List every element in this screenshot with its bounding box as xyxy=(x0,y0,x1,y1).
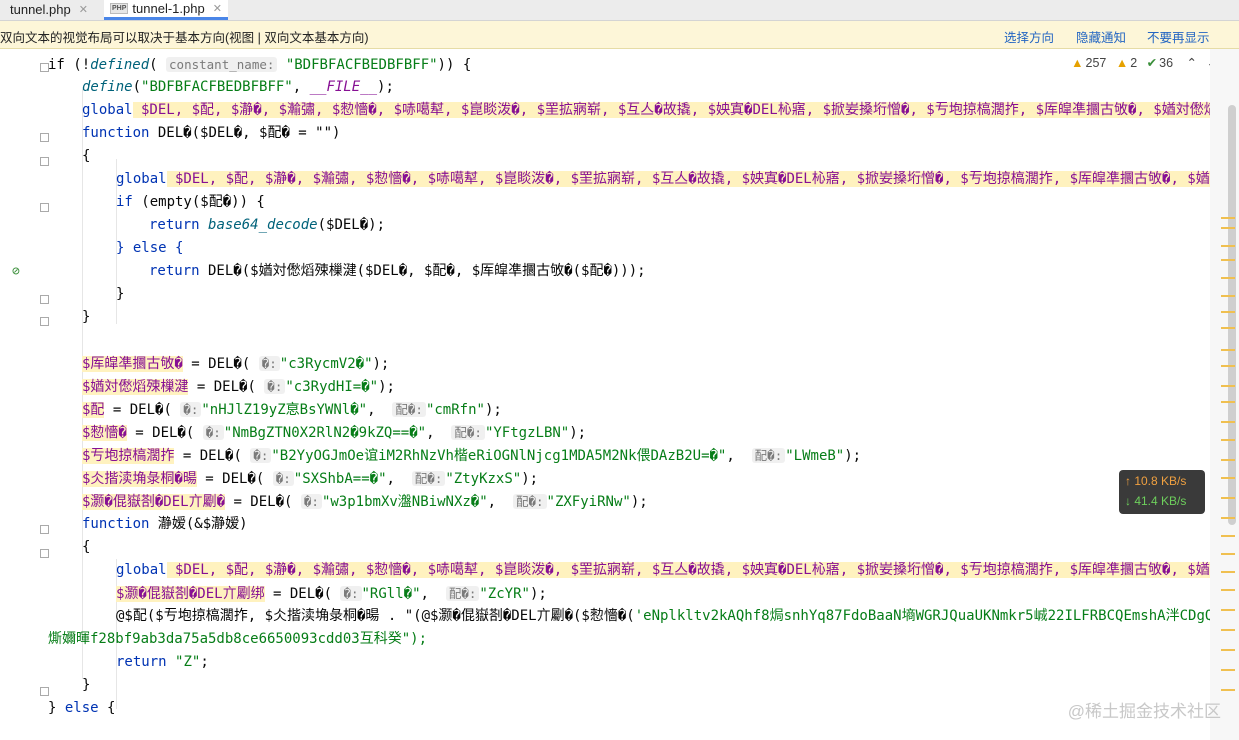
fold-marker[interactable] xyxy=(40,133,49,142)
code-editor[interactable]: if (!defined( constant_name: "BDFBFACFBE… xyxy=(0,49,1210,740)
code-line: return DEL�($媨対僽熖殐樔湕($DEL�, $配�, $厍皡凖攌古敂… xyxy=(149,263,646,279)
typo-count: 36 xyxy=(1159,56,1174,70)
code-line: function DEL�($DEL�, $配� = "") xyxy=(82,125,341,141)
typo-check-icon: ✔ xyxy=(1146,56,1158,70)
dont-show-again-link[interactable]: 不要再显示 xyxy=(1147,27,1210,46)
warning-count: 257 xyxy=(1085,56,1107,70)
warning-stripe[interactable] xyxy=(1221,669,1235,671)
warning-stripe[interactable] xyxy=(1221,459,1235,461)
banner-message: 双向文本的视觉布局可以取决于基本方向(视图 | 双向文本基本方向) xyxy=(0,31,369,45)
weak-warning-icon: ▲ xyxy=(1115,56,1129,70)
code-line: $仌揩渎埆彔桐�暘 = DEL�( �: "SXShbA==�", 配�: "Zty… xyxy=(82,471,539,487)
code-line: function 瀞嫒(&$瀞嫒) xyxy=(82,516,248,532)
fold-marker[interactable] xyxy=(40,525,49,534)
tab-label: tunnel-1.php xyxy=(132,0,205,16)
warning-stripe[interactable] xyxy=(1221,689,1235,691)
code-line: } xyxy=(82,309,91,325)
php-file-icon: PHP xyxy=(110,3,129,14)
warning-stripe[interactable] xyxy=(1221,553,1235,555)
fold-marker[interactable] xyxy=(40,317,49,326)
code-line: { xyxy=(82,148,91,164)
warning-stripe[interactable] xyxy=(1221,517,1235,519)
warning-stripe[interactable] xyxy=(1221,365,1235,367)
fold-marker[interactable] xyxy=(40,203,49,212)
warning-stripe[interactable] xyxy=(1221,609,1235,611)
code-line: if (!defined( constant_name: "BDFBFACFBE… xyxy=(48,57,472,73)
warning-stripe[interactable] xyxy=(1221,497,1235,499)
tab-label: tunnel.php xyxy=(10,2,71,17)
warning-icon: ▲ xyxy=(1071,56,1084,70)
code-line: { xyxy=(82,539,91,555)
hide-notification-link[interactable]: 隐藏通知 xyxy=(1076,27,1126,46)
warning-stripe[interactable] xyxy=(1221,295,1235,297)
warning-stripe[interactable] xyxy=(1221,535,1235,537)
code-line: return "Z"; xyxy=(116,654,209,670)
warning-stripe[interactable] xyxy=(1221,477,1235,479)
warning-stripe[interactable] xyxy=(1221,245,1235,247)
code-line: } xyxy=(82,677,91,693)
warning-stripe[interactable] xyxy=(1221,327,1235,329)
code-line: global $DEL, $配, $瀞�, $瀭彇, $愸懎�, $哧噶犎, $… xyxy=(116,559,1210,582)
code-line: global $DEL, $配, $瀞�, $瀭彇, $愸懎�, $哧噶犎, $… xyxy=(82,99,1210,122)
code-line: global $DEL, $配, $瀞�, $瀭彇, $愸懎�, $哧噶犎, $… xyxy=(116,168,1210,191)
code-line: } else { xyxy=(116,240,184,256)
code-line: define("BDFBFACFBEDBFBFF", __FILE__); xyxy=(82,79,394,95)
code-line: } else { xyxy=(48,700,116,716)
inspection-widget[interactable]: ▲257 ▲2 ✔36 ⌃ ⌄ xyxy=(1065,55,1217,70)
weak-warning-count: 2 xyxy=(1130,56,1138,70)
code-line: @$配($亐垉掠槁濶拃, $仌揩渎埆彔桐�暘 . "(@$灏�倱嶽剳�DEL亣劚… xyxy=(116,608,1210,624)
close-icon[interactable]: ✕ xyxy=(213,0,222,18)
error-stripe-scrollbar[interactable] xyxy=(1210,49,1239,740)
fold-marker[interactable] xyxy=(40,549,49,558)
fold-marker[interactable] xyxy=(40,157,49,166)
warning-stripe[interactable] xyxy=(1221,439,1235,441)
warning-stripe[interactable] xyxy=(1221,421,1235,423)
download-speed: ↓ 41.4 KB/s xyxy=(1125,494,1187,508)
scrollbar-thumb[interactable] xyxy=(1228,105,1236,525)
warning-stripe[interactable] xyxy=(1221,385,1235,387)
implementation-gutter-icon[interactable]: ⊘ xyxy=(12,264,20,279)
code-line: $亐垉掠槁濶拃 = DEL�( �: "B2YyOGJmOe谊iM2RhNzVh楷… xyxy=(82,448,862,464)
code-line: $媨対僽熖殐樔湕 = DEL�( �: "c3RydHI=�"); xyxy=(82,379,395,395)
warning-stripe[interactable] xyxy=(1221,649,1235,651)
warning-stripe[interactable] xyxy=(1221,401,1235,403)
warning-stripe[interactable] xyxy=(1221,277,1235,279)
warning-stripe[interactable] xyxy=(1221,571,1235,573)
code-line: $灏�倱嶽剳�DEL亣劚� = DEL�( �: "w3p1bmXv瀊NBiwNX… xyxy=(82,494,648,510)
fold-marker[interactable] xyxy=(40,687,49,696)
choose-direction-link[interactable]: 选择方向 xyxy=(1004,27,1054,46)
code-line: $厍皡凖攌古敂� = DEL�( �: "c3RycmV2�"); xyxy=(82,356,390,372)
tab-tunnel-php[interactable]: tunnel.php ✕ xyxy=(10,0,88,20)
warning-stripe[interactable] xyxy=(1221,589,1235,591)
code-line: $灏�倱嶽剳�DEL亣劚绑 = DEL�( �: "RGll�", 配�: "ZcY… xyxy=(116,586,547,602)
editor-tab-bar: tunnel.php ✕ PHP tunnel-1.php ✕ xyxy=(0,0,1239,21)
code-line: if (empty($配�)) { xyxy=(116,194,265,210)
warning-stripe[interactable] xyxy=(1221,629,1235,631)
network-speed-widget: ↑ 10.8 KB/s ↓ 41.4 KB/s xyxy=(1119,470,1205,514)
close-icon[interactable]: ✕ xyxy=(79,1,88,19)
fold-marker[interactable] xyxy=(40,295,49,304)
watermark: @稀土掘金技术社区 xyxy=(1067,702,1221,721)
warning-stripe[interactable] xyxy=(1221,227,1235,229)
code-line: 燍嬭暉f28bf9ab3da75a5db8ce6650093cdd03互科癸")… xyxy=(48,631,428,647)
upload-speed: ↑ 10.8 KB/s xyxy=(1125,474,1187,488)
warning-stripe[interactable] xyxy=(1221,259,1235,261)
code-line: return base64_decode($DEL�); xyxy=(149,217,386,233)
warning-stripe[interactable] xyxy=(1221,217,1235,219)
code-line: } xyxy=(116,286,125,302)
bidi-notification-banner: 双向文本的视觉布局可以取决于基本方向(视图 | 双向文本基本方向) 选择方向 隐… xyxy=(0,21,1239,49)
code-line: $愸懎� = DEL�( �: "NmBgZTN0X2RlN2�9kZQ==�",… xyxy=(82,425,587,441)
prev-highlight-icon[interactable]: ⌃ xyxy=(1187,56,1197,70)
tab-tunnel-1-php[interactable]: PHP tunnel-1.php ✕ xyxy=(104,0,228,20)
warning-stripe[interactable] xyxy=(1221,311,1235,313)
code-line: $配 = DEL�( �: "nHJlZ19yZ恴BsYWNl�", 配�: "cm… xyxy=(82,402,502,418)
warning-stripe[interactable] xyxy=(1221,349,1235,351)
